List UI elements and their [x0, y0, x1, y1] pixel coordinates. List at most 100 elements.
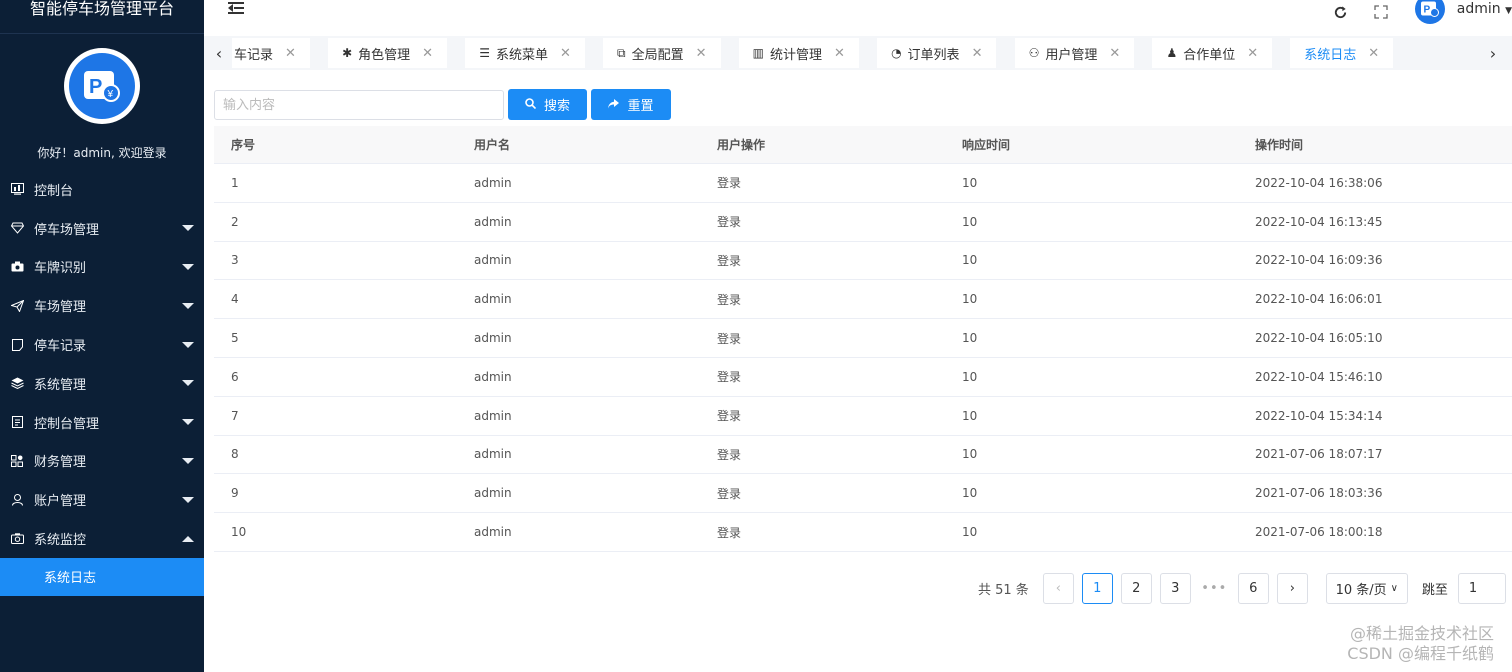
sidebar-item-label: 车场管理: [34, 300, 87, 316]
sidebar-item-yard-management[interactable]: 车场管理: [0, 286, 204, 325]
table-cell: 2021-07-06 18:00:18: [1255, 525, 1383, 540]
close-icon[interactable]: ✕: [285, 46, 296, 61]
sidebar-item-plate-recognition[interactable]: 车牌识别: [0, 248, 204, 287]
tabs-scroll-left-icon[interactable]: ‹: [206, 36, 232, 70]
table-cell: admin: [474, 214, 512, 229]
page-button[interactable]: 3: [1159, 573, 1191, 604]
table-row: 7 admin 登录 10 2022-10-04 15:34:14: [214, 397, 1512, 436]
close-icon[interactable]: ✕: [560, 46, 571, 61]
watermark: @稀土掘金技术社区 CSDN @编程千纸鹤: [1347, 624, 1494, 664]
table-cell: 2022-10-04 16:38:06: [1255, 175, 1383, 190]
page-button[interactable]: 1: [1081, 573, 1113, 604]
tab-label: 角色管理: [358, 47, 411, 63]
user-icon: [10, 493, 24, 507]
tab-partners[interactable]: ♟ 合作单位 ✕: [1152, 38, 1273, 68]
close-icon[interactable]: ✕: [1247, 46, 1258, 61]
sidebar-item-label: 停车记录: [34, 339, 87, 355]
caret-down-icon: ▼: [1505, 6, 1512, 16]
table-cell: 2022-10-04 15:34:14: [1255, 408, 1383, 423]
app-title: 智能停车场管理平台: [0, 0, 204, 34]
layers-icon: [10, 376, 24, 390]
camera-icon: [10, 260, 24, 274]
table-cell: admin: [474, 447, 512, 462]
chevron-down-icon: [182, 457, 194, 464]
table-header: 序号 用户名 用户操作 响应时间 操作时间: [214, 126, 1512, 164]
page-button[interactable]: 2: [1120, 573, 1152, 604]
sidebar-item-console-management[interactable]: 控制台管理: [0, 403, 204, 442]
table-cell: 登录: [717, 409, 742, 424]
sidebar-item-accounts[interactable]: 账户管理: [0, 480, 204, 519]
avatar[interactable]: P ¥: [64, 48, 140, 124]
tab-user-management[interactable]: ⚇ 用户管理 ✕: [1014, 38, 1135, 68]
tab-order-list[interactable]: ◔ 订单列表 ✕: [877, 38, 997, 68]
page-size-select[interactable]: 10 条/页 ∨: [1325, 573, 1408, 604]
page-button[interactable]: 6: [1237, 573, 1269, 604]
search-input[interactable]: [214, 90, 504, 120]
sidebar-item-system-management[interactable]: 系统管理: [0, 364, 204, 403]
table-cell: admin: [474, 175, 512, 190]
column-header: 用户操作: [717, 138, 766, 152]
close-icon[interactable]: ✕: [1109, 46, 1120, 61]
role-icon: ✱: [342, 46, 353, 60]
refresh-icon[interactable]: [1329, 2, 1353, 22]
search-button[interactable]: 搜索: [508, 89, 587, 120]
tabs-scroll-right-icon[interactable]: ›: [1480, 36, 1506, 70]
user-menu[interactable]: admin ▼: [1457, 1, 1512, 17]
tab-system-log[interactable]: 系统日志 ✕: [1290, 38, 1394, 68]
share-arrow-icon: [608, 98, 620, 112]
tab-parking-records[interactable]: 车记录 ✕: [232, 38, 310, 68]
paper-plane-icon: [10, 299, 24, 313]
reset-button[interactable]: 重置: [591, 89, 671, 120]
table-cell: 2021-07-06 18:07:17: [1255, 447, 1383, 462]
sidebar-item-system-monitor[interactable]: 系统监控: [0, 519, 204, 558]
close-icon[interactable]: ✕: [834, 46, 845, 61]
table-cell: 10: [962, 408, 978, 423]
stats-icon: ▥: [752, 46, 764, 60]
person-icon: ♟: [1166, 46, 1178, 60]
prev-page-button[interactable]: ‹: [1042, 573, 1074, 604]
tab-label: 系统日志: [1304, 47, 1357, 63]
chevron-down-icon: [182, 341, 194, 348]
fullscreen-icon[interactable]: [1369, 2, 1393, 22]
tab-role-management[interactable]: ✱ 角色管理 ✕: [328, 38, 448, 68]
tabs-bar: ‹ 车记录 ✕ ✱ 角色管理 ✕ ☰ 系统菜单 ✕ ⧉ 全局配置 ✕ ▥ 统计管…: [204, 36, 1512, 70]
table-cell: 10: [962, 447, 978, 462]
jump-page-input[interactable]: 1: [1457, 573, 1506, 604]
close-icon[interactable]: ✕: [1368, 46, 1379, 61]
tab-label: 用户管理: [1045, 47, 1098, 63]
chevron-down-icon: [182, 419, 194, 426]
user-avatar-icon[interactable]: P: [1414, 0, 1445, 24]
sidebar-item-parking-records[interactable]: 停车记录: [0, 325, 204, 364]
table-cell: admin: [474, 331, 512, 346]
tab-system-menu[interactable]: ☰ 系统菜单 ✕: [465, 38, 585, 68]
close-icon[interactable]: ✕: [696, 46, 707, 61]
table-row: 1 admin 登录 10 2022-10-04 16:38:06: [214, 164, 1512, 203]
next-page-button[interactable]: ›: [1276, 573, 1308, 604]
sidebar-item-dashboard[interactable]: 控制台: [0, 170, 204, 209]
close-icon[interactable]: ✕: [422, 46, 433, 61]
table-row: 10 admin 登录 10 2021-07-06 18:00:18: [214, 513, 1512, 552]
table-cell: 5: [231, 331, 239, 346]
table-cell: 10: [962, 525, 978, 540]
table-row: 4 admin 登录 10 2022-10-04 16:06:01: [214, 280, 1512, 320]
sidebar-subitem-system-log[interactable]: 系统日志: [0, 557, 204, 596]
close-icon[interactable]: ✕: [972, 46, 983, 61]
table-cell: 10: [962, 214, 978, 229]
more-pages-icon[interactable]: •••: [1199, 581, 1230, 596]
table-cell: admin: [474, 369, 512, 384]
sidebar-item-parking-lot[interactable]: 停车场管理: [0, 209, 204, 248]
table-cell: 6: [231, 369, 239, 384]
tab-label: 车记录: [234, 47, 274, 63]
tab-label: 全局配置: [631, 47, 684, 63]
sidebar-item-finance[interactable]: 财务管理: [0, 442, 204, 481]
chevron-down-icon: ∨: [1390, 583, 1398, 594]
sidebar-menu: 控制台 停车场管理 车牌识别 车场管理 停车记录 系统管理 控制台管理 财务管理…: [0, 170, 204, 558]
collapse-menu-icon[interactable]: [228, 0, 246, 16]
tab-label: 合作单位: [1183, 47, 1236, 63]
tab-statistics[interactable]: ▥ 统计管理 ✕: [738, 38, 859, 68]
table-row: 2 admin 登录 10 2022-10-04 16:13:45: [214, 203, 1512, 242]
tab-label: 系统菜单: [495, 47, 548, 63]
chevron-up-icon: [182, 535, 194, 542]
tab-global-config[interactable]: ⧉ 全局配置 ✕: [603, 38, 721, 68]
sidebar-item-label: 车牌识别: [34, 261, 87, 277]
